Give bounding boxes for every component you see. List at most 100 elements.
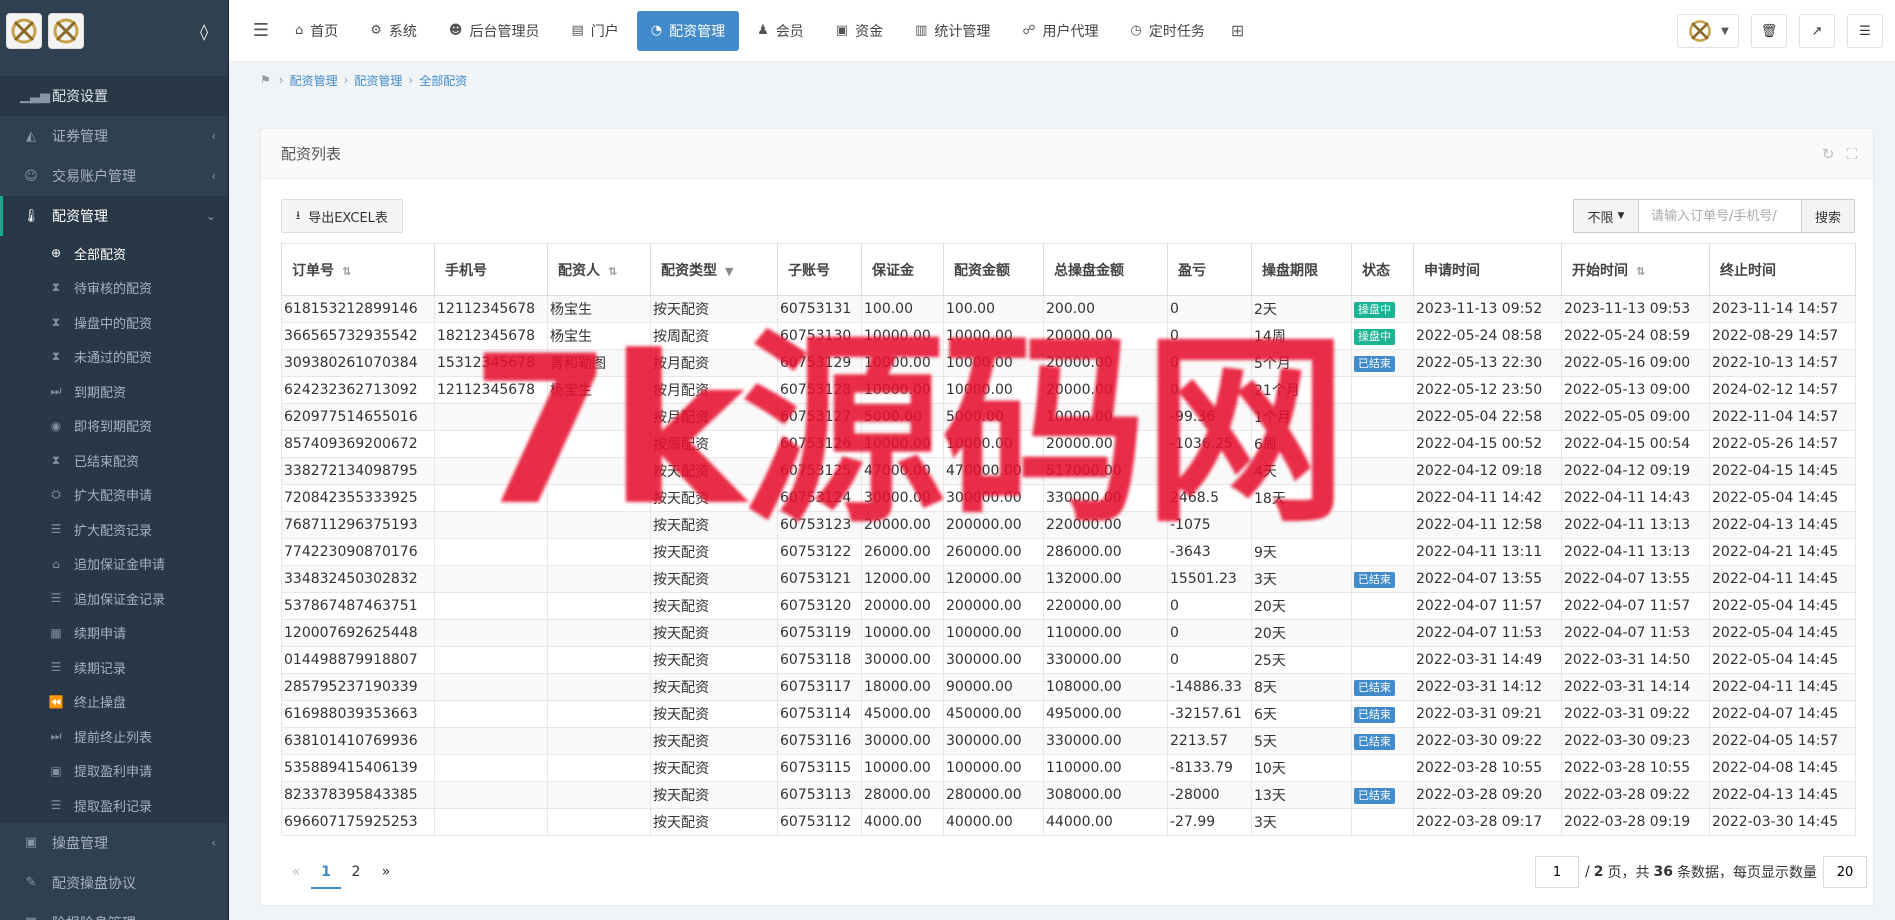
sidebar-subitem[interactable]: ⧗ 未通过的配资 xyxy=(0,340,228,375)
table-row[interactable]: 338272134098795 按天配资 60753125 47000.00 47000… xyxy=(281,457,1856,485)
sidebar-item[interactable]: ▦ 险报险息管理 xyxy=(0,903,228,920)
column-header: 手机号 xyxy=(434,243,548,296)
sidebar-subitem[interactable]: ⌂ 追加保证金申请 xyxy=(0,547,228,582)
grid-icon[interactable]: ⊞ xyxy=(1231,21,1244,40)
sidebar-subitem[interactable]: ⧗ 待审核的配资 xyxy=(0,271,228,306)
nav-tab[interactable]: ☻ 后台管理员 xyxy=(435,11,554,51)
table-row[interactable]: 624232362713092 12112345678 杨宝生 按月配资 6075312… xyxy=(281,376,1856,404)
sidebar-subitem[interactable]: ⧗ 操盘中的配资 xyxy=(0,305,228,340)
trash-button[interactable]: 🗑 xyxy=(1751,14,1787,48)
sidebar-subitem[interactable]: ⏭ 到期配资 xyxy=(0,374,228,409)
table-cell: 2022-03-28 09:22 xyxy=(1561,781,1710,809)
search-button[interactable]: 搜索 xyxy=(1801,199,1855,233)
page-button-1[interactable]: 1 xyxy=(311,855,341,889)
fullscreen-icon[interactable]: ⛶ xyxy=(1846,145,1857,163)
logo[interactable] xyxy=(6,13,42,49)
next-page-button[interactable]: » xyxy=(371,855,401,889)
sidebar-subitem[interactable]: ▣ 提取盈利申请 xyxy=(0,754,228,789)
table-cell: 20000.00 xyxy=(1043,349,1168,377)
nav-tab[interactable]: ⚙ 系统 xyxy=(356,11,431,51)
nav-tab[interactable]: ◷ 定时任务 xyxy=(1117,11,1219,51)
sidebar-subitem[interactable]: ⏪ 终止操盘 xyxy=(0,685,228,720)
sidebar-subitem[interactable]: ▦ 续期申请 xyxy=(0,616,228,651)
filter-icon[interactable]: ▼ xyxy=(725,265,733,278)
table-cell: 操盘中 xyxy=(1351,295,1414,323)
nav-tab[interactable]: ☍ 用户代理 xyxy=(1008,11,1112,51)
table-row[interactable]: 620977514655016 按月配资 60753127 5000.00 5000.0… xyxy=(281,403,1856,431)
table-row[interactable]: 616988039353663 按天配资 60753114 45000.00 45000… xyxy=(281,700,1856,728)
menu-list-button[interactable]: ☰ xyxy=(1847,14,1883,48)
nav-tab[interactable]: ♟ 会员 xyxy=(743,11,818,51)
sidebar-subitem[interactable]: ☰ 提取盈利记录 xyxy=(0,788,228,823)
table-cell: 537867487463751 xyxy=(281,592,435,620)
sidebar-item[interactable]: ✎ 配资操盘协议 xyxy=(0,863,228,903)
page-jump-input[interactable] xyxy=(1535,856,1580,888)
table-cell: 18天 xyxy=(1251,484,1352,512)
table-row[interactable]: 638101410769936 按天配资 60753116 30000.00 30000… xyxy=(281,727,1856,755)
export-excel-button[interactable]: ⭳ 导出EXCEL表 xyxy=(281,199,403,233)
nav-tab[interactable]: ⌂ 首页 xyxy=(281,11,352,51)
logo-secondary[interactable] xyxy=(48,13,84,49)
sidebar-subitem[interactable]: ⧗ 已结束配资 xyxy=(0,443,228,478)
column-header[interactable]: 开始时间 ⇅ xyxy=(1561,243,1710,296)
user-avatar-button[interactable]: ▼ xyxy=(1677,14,1739,48)
search-input[interactable] xyxy=(1639,199,1801,233)
nav-tab[interactable]: ▤ 门户 xyxy=(557,11,632,51)
table-cell: 120000.00 xyxy=(943,565,1044,593)
sort-icon[interactable]: ⇅ xyxy=(1636,265,1645,278)
table-row[interactable]: 537867487463751 按天配资 60753120 20000.00 20000… xyxy=(281,592,1856,620)
refresh-icon[interactable]: ↻ xyxy=(1822,145,1835,163)
sidebar-item[interactable]: ▁▃▅ 配资设置 xyxy=(0,76,228,116)
nav-tab[interactable]: ▥ 统计管理 xyxy=(901,11,1004,51)
water-drop-icon[interactable]: ◊ xyxy=(200,22,208,41)
sidebar-subitem[interactable]: ◉ 即将到期配资 xyxy=(0,409,228,444)
breadcrumb-item[interactable]: 配资管理 xyxy=(354,72,402,89)
breadcrumb-item[interactable]: 全部配资 xyxy=(419,72,467,89)
table-row[interactable]: 720842355333925 按天配资 60753124 30000.00 30000… xyxy=(281,484,1856,512)
table-row[interactable]: 285795237190339 按天配资 60753117 18000.00 90000… xyxy=(281,673,1856,701)
table-row[interactable]: 535889415406139 按天配资 60753115 10000.00 10000… xyxy=(281,754,1856,782)
sidebar-item[interactable]: ◭ 证券管理 ‹ xyxy=(0,116,228,156)
sidebar-subitem[interactable]: ☰ 续期记录 xyxy=(0,650,228,685)
table-cell xyxy=(547,781,651,809)
table-cell: 5天 xyxy=(1251,727,1352,755)
sidebar-subitem[interactable]: ⛭ 扩大配资申请 xyxy=(0,478,228,513)
table-row[interactable]: 857409369200672 按周配资 60753126 10000.00 10000… xyxy=(281,430,1856,458)
page-size-input[interactable] xyxy=(1823,856,1867,888)
table-row[interactable]: 120007692625448 按天配资 60753119 10000.00 10000… xyxy=(281,619,1856,647)
table-row[interactable]: 618153212899146 12112345678 杨宝生 按天配资 6075313… xyxy=(281,295,1856,323)
nav-tab[interactable]: ◔ 配资管理 xyxy=(636,10,740,51)
table-row[interactable]: 309380261070384 15312345678 青和勒图 按月配资 607531… xyxy=(281,349,1856,377)
logo-emblem-icon xyxy=(11,18,37,44)
external-link-button[interactable]: ↗ xyxy=(1799,14,1835,48)
table-cell: 按天配资 xyxy=(650,646,778,674)
page-button-2[interactable]: 2 xyxy=(341,855,371,889)
sidebar-subitem[interactable]: ☰ 扩大配资记录 xyxy=(0,512,228,547)
table-row[interactable]: 774223090870176 按天配资 60753122 26000.00 26000… xyxy=(281,538,1856,566)
table-cell: 8天 xyxy=(1251,673,1352,701)
sidebar-subitem[interactable]: ⊕ 全部配资 xyxy=(0,236,228,271)
column-header[interactable]: 订单号 ⇅ xyxy=(281,243,435,296)
table-row[interactable]: 014498879918807 按天配资 60753118 30000.00 30000… xyxy=(281,646,1856,674)
sort-icon[interactable]: ⇅ xyxy=(608,265,617,278)
sidebar-subitem[interactable]: ⏭ 提前终止列表 xyxy=(0,719,228,754)
sidebar-item[interactable]: ☺ 交易账户管理 ‹ xyxy=(0,156,228,196)
table-row[interactable]: 768711296375193 按天配资 60753123 20000.00 20000… xyxy=(281,511,1856,539)
breadcrumb-item[interactable]: 配资管理 xyxy=(290,72,338,89)
table-row[interactable]: 334832450302832 按天配资 60753121 12000.00 12000… xyxy=(281,565,1856,593)
table-row[interactable]: 366565732935542 18212345678 杨宝生 按周配资 6075313… xyxy=(281,322,1856,350)
hamburger-menu-icon[interactable]: ☰ xyxy=(241,20,281,41)
filter-select[interactable]: 不限 ▼ xyxy=(1573,199,1639,233)
sidebar-item[interactable]: ▣ 操盘管理 ‹ xyxy=(0,823,228,863)
column-header[interactable]: 配资类型 ▼ xyxy=(650,243,778,296)
nav-tab[interactable]: ▣ 资金 xyxy=(822,11,897,51)
table-cell: 60753114 xyxy=(777,700,862,728)
prev-page-button[interactable]: « xyxy=(281,855,311,889)
sidebar-item[interactable]: 🌡 配资管理 ⌄ xyxy=(0,196,228,236)
hourglass-icon: ⧗ xyxy=(51,452,61,467)
table-row[interactable]: 696607175925253 按天配资 60753112 4000.00 40000.… xyxy=(281,808,1856,836)
sort-icon[interactable]: ⇅ xyxy=(342,265,351,278)
table-row[interactable]: 823378395843385 按天配资 60753113 28000.00 28000… xyxy=(281,781,1856,809)
sidebar-subitem[interactable]: ☰ 追加保证金记录 xyxy=(0,581,228,616)
column-header[interactable]: 配资人 ⇅ xyxy=(547,243,651,296)
